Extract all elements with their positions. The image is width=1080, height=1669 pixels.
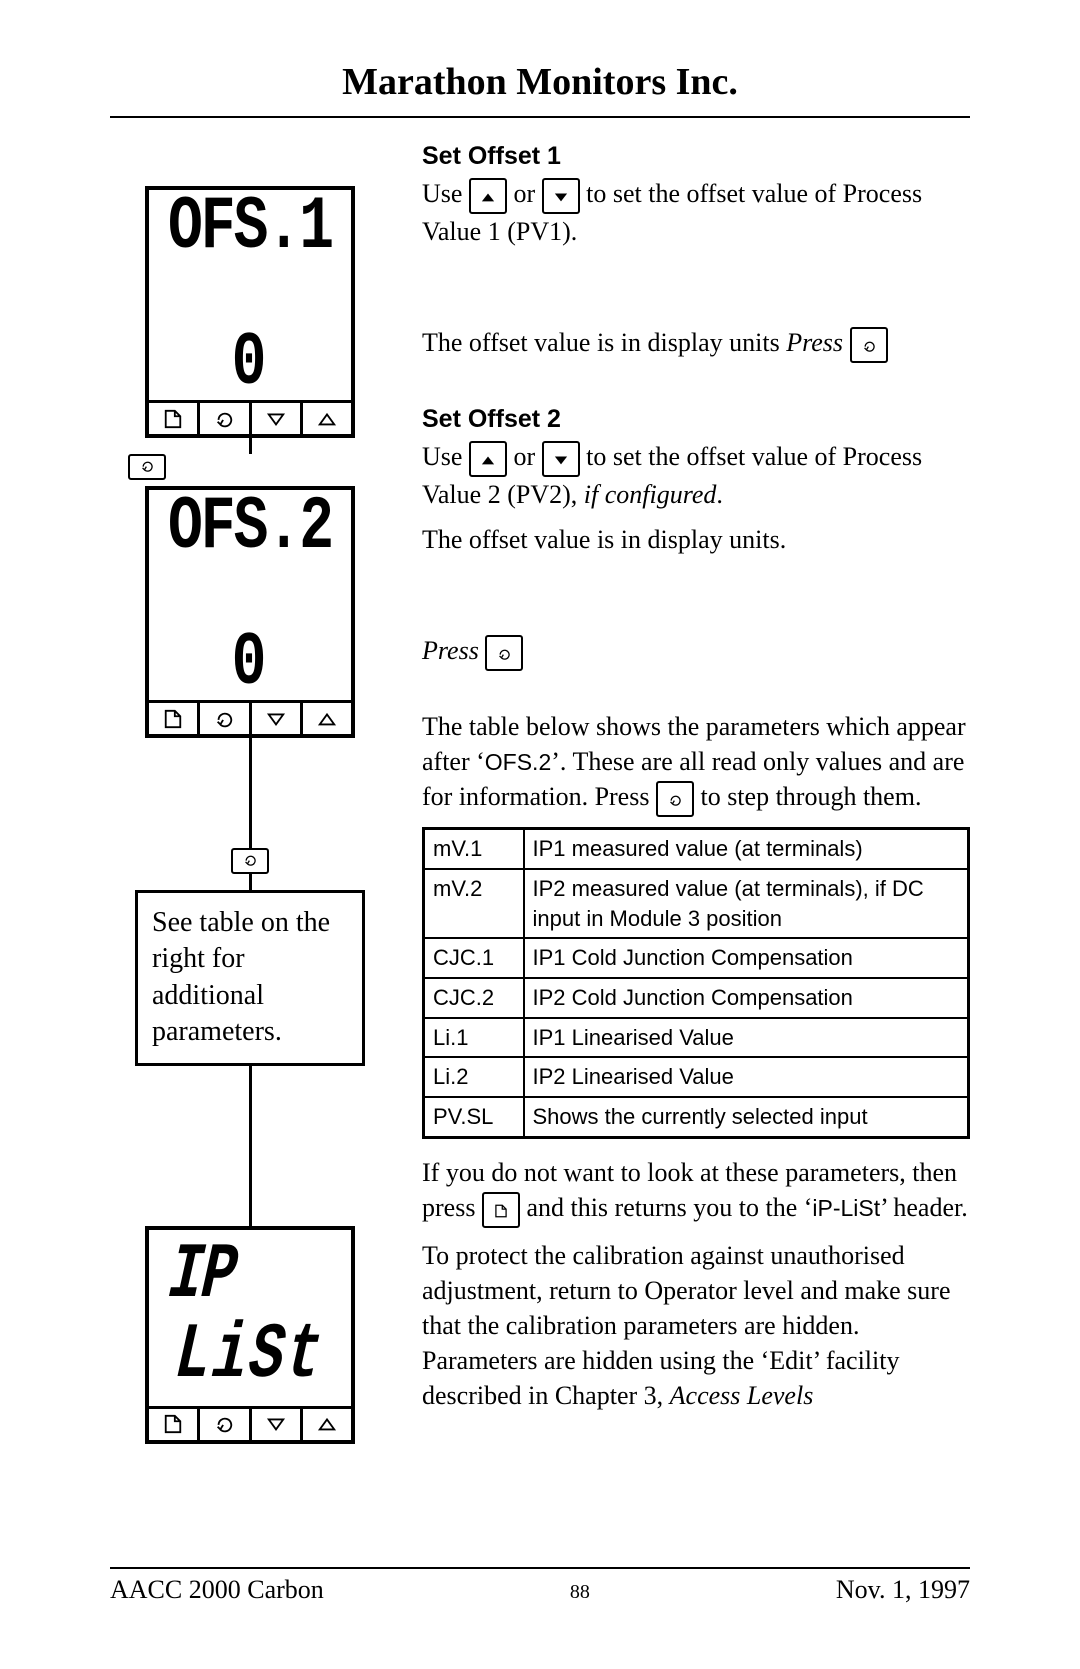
lcd-display-iplist: IP LiSt bbox=[145, 1226, 355, 1444]
text: to step through them. bbox=[700, 782, 921, 811]
offset-display-units-2: The offset value is in display units. bbox=[422, 522, 970, 557]
down-key-icon bbox=[542, 178, 580, 214]
press-label: Press bbox=[786, 328, 843, 357]
table-row: Li.1IP1 Linearised Value bbox=[424, 1018, 969, 1058]
param-desc: IP2 Linearised Value bbox=[524, 1057, 969, 1097]
param-key: CJC.2 bbox=[424, 978, 524, 1018]
text: . bbox=[716, 480, 723, 509]
lcd-display-ofs2: OFS.2 0 bbox=[145, 486, 355, 738]
ofs2-code: OFS.2 bbox=[485, 749, 551, 775]
see-table-note: See table on the right for additional pa… bbox=[135, 890, 365, 1066]
down-button[interactable] bbox=[252, 403, 303, 434]
down-button[interactable] bbox=[252, 703, 303, 734]
param-desc: Shows the currently selected input bbox=[524, 1097, 969, 1137]
up-button[interactable] bbox=[303, 703, 351, 734]
offset-display-units-1: The offset value is in display units Pre… bbox=[422, 325, 970, 363]
text: or bbox=[513, 179, 541, 208]
lcd-display-ofs1: OFS.1 0 bbox=[145, 186, 355, 438]
up-button[interactable] bbox=[303, 403, 351, 434]
param-key: mV.2 bbox=[424, 869, 524, 938]
right-column: Set Offset 1 Use or to set the offset va… bbox=[422, 136, 970, 1444]
text: ’ header. bbox=[880, 1193, 968, 1222]
table-intro: The table below shows the parameters whi… bbox=[422, 709, 970, 817]
lcd3-bottom-value: LiSt bbox=[173, 1317, 326, 1395]
text: or bbox=[513, 442, 541, 471]
lcd1-top-value: OFS.1 bbox=[168, 191, 332, 266]
page-button[interactable] bbox=[149, 1409, 200, 1440]
page-button[interactable] bbox=[149, 403, 200, 434]
table-row: mV.1IP1 measured value (at terminals) bbox=[424, 829, 969, 869]
param-key: PV.SL bbox=[424, 1097, 524, 1137]
param-desc: IP2 Cold Junction Compensation bbox=[524, 978, 969, 1018]
down-button[interactable] bbox=[252, 1409, 303, 1440]
press-label: Press bbox=[422, 636, 479, 665]
param-desc: IP2 measured value (at terminals), if DC… bbox=[524, 869, 969, 938]
lcd1-bottom-value: 0 bbox=[232, 327, 269, 402]
top-rule bbox=[110, 116, 970, 118]
scroll-key-icon bbox=[850, 327, 888, 363]
down-key-icon bbox=[542, 441, 580, 477]
page-title: Marathon Monitors Inc. bbox=[110, 60, 970, 104]
scroll-button[interactable] bbox=[200, 403, 251, 434]
text: Use bbox=[422, 179, 469, 208]
footer-rule bbox=[110, 1567, 970, 1569]
scroll-key-standalone[interactable] bbox=[231, 848, 269, 874]
param-key: mV.1 bbox=[424, 829, 524, 869]
access-levels-ref: Access Levels bbox=[670, 1381, 814, 1410]
table-row: CJC.1IP1 Cold Junction Compensation bbox=[424, 938, 969, 978]
iplist-code: iP-LiSt bbox=[812, 1195, 880, 1221]
param-key: Li.1 bbox=[424, 1018, 524, 1058]
text: Use bbox=[422, 442, 469, 471]
table-row: CJC.2IP2 Cold Junction Compensation bbox=[424, 978, 969, 1018]
page-footer: AACC 2000 Carbon 88 Nov. 1, 1997 bbox=[110, 1567, 970, 1605]
table-row: Li.2IP2 Linearised Value bbox=[424, 1057, 969, 1097]
footer-date: Nov. 1, 1997 bbox=[836, 1575, 970, 1605]
scroll-key-icon bbox=[485, 635, 523, 671]
scroll-key-standalone[interactable] bbox=[128, 454, 166, 480]
after-table-para: If you do not want to look at these para… bbox=[422, 1155, 970, 1228]
footer-left: AACC 2000 Carbon bbox=[110, 1575, 324, 1605]
connector-line bbox=[249, 738, 252, 848]
param-key: Li.2 bbox=[424, 1057, 524, 1097]
param-desc: IP1 Linearised Value bbox=[524, 1018, 969, 1058]
press-scroll: Press bbox=[422, 633, 970, 671]
scroll-button[interactable] bbox=[200, 1409, 251, 1440]
lcd2-top-value: OFS.2 bbox=[168, 491, 332, 566]
scroll-button[interactable] bbox=[200, 703, 251, 734]
connector-line bbox=[249, 1066, 252, 1226]
lcd3-top-value: IP bbox=[166, 1237, 238, 1315]
set-offset-2-text: Use or to set the offset value of Proces… bbox=[422, 439, 970, 512]
set-offset-1-heading: Set Offset 1 bbox=[422, 140, 970, 174]
parameter-table: mV.1IP1 measured value (at terminals)mV.… bbox=[422, 827, 970, 1139]
page-key-icon bbox=[482, 1192, 520, 1228]
scroll-key-icon bbox=[656, 781, 694, 817]
page-button[interactable] bbox=[149, 703, 200, 734]
connector-line bbox=[249, 438, 252, 454]
set-offset-1-text: Use or to set the offset value of Proces… bbox=[422, 176, 970, 249]
table-row: PV.SLShows the currently selected input bbox=[424, 1097, 969, 1137]
param-key: CJC.1 bbox=[424, 938, 524, 978]
text: The offset value is in display units bbox=[422, 328, 786, 357]
table-row: mV.2IP2 measured value (at terminals), i… bbox=[424, 869, 969, 938]
set-offset-2-heading: Set Offset 2 bbox=[422, 403, 970, 437]
page-number: 88 bbox=[570, 1581, 590, 1604]
param-desc: IP1 Cold Junction Compensation bbox=[524, 938, 969, 978]
if-configured: if configured bbox=[584, 480, 717, 509]
lcd2-bottom-value: 0 bbox=[232, 627, 269, 702]
protect-calibration-para: To protect the calibration against unaut… bbox=[422, 1238, 970, 1413]
left-column: OFS.1 0 OFS.2 0 bbox=[110, 136, 390, 1444]
text: and this returns you to the ‘ bbox=[526, 1193, 812, 1222]
up-key-icon bbox=[469, 178, 507, 214]
param-desc: IP1 measured value (at terminals) bbox=[524, 829, 969, 869]
up-button[interactable] bbox=[303, 1409, 351, 1440]
connector-line bbox=[249, 874, 252, 890]
up-key-icon bbox=[469, 441, 507, 477]
